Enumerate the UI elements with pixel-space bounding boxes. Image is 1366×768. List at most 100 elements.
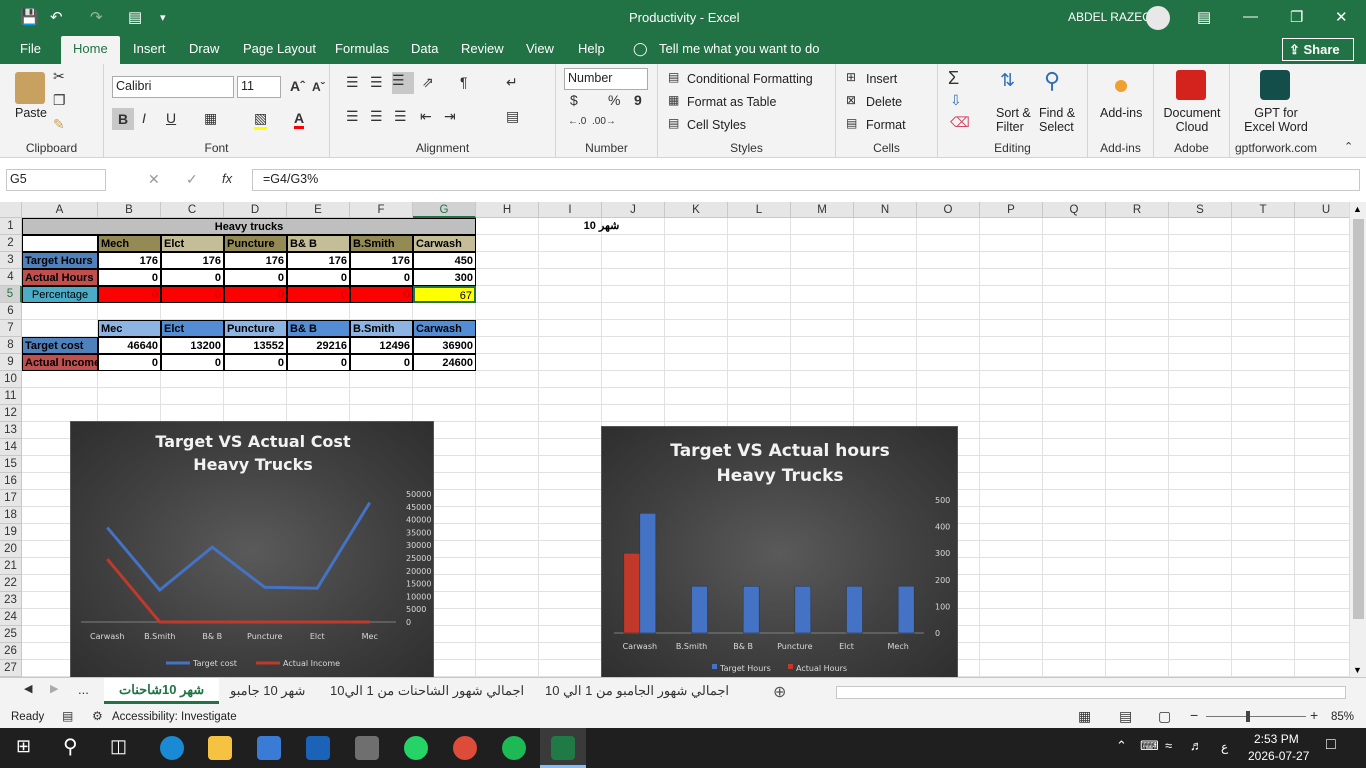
hours-header-carwash[interactable]: Carwash: [413, 235, 476, 252]
sheet-tab-trucks-10[interactable]: شهر 10شاحنات: [104, 678, 220, 704]
zoom-in-icon[interactable]: +: [1310, 707, 1318, 723]
month-label[interactable]: شهر 10: [539, 218, 664, 235]
scroll-thumb[interactable]: [1353, 219, 1364, 619]
row-header[interactable]: 10: [0, 371, 22, 388]
target-hours-bsmith[interactable]: 176: [350, 252, 413, 269]
tab-insert[interactable]: Insert: [133, 41, 166, 56]
tray-chevron-icon[interactable]: ⌃: [1116, 738, 1127, 754]
actual-income-bsmith[interactable]: 0: [350, 354, 413, 371]
hours-bar-chart[interactable]: Target VS Actual hours Heavy Trucks 500 4…: [601, 426, 958, 677]
format-painter-icon[interactable]: ✎: [53, 116, 65, 133]
zoom-slider-thumb[interactable]: [1246, 711, 1250, 722]
tab-formulas[interactable]: Formulas: [335, 41, 389, 56]
actual-income-bb[interactable]: 0: [287, 354, 350, 371]
target-hours-mech[interactable]: 176: [98, 252, 161, 269]
tab-view[interactable]: View: [526, 41, 554, 56]
currency-icon[interactable]: $: [570, 92, 578, 108]
hours-header-bsmith[interactable]: B.Smith: [350, 235, 413, 252]
row-header[interactable]: 4: [0, 269, 22, 286]
hours-header-bb[interactable]: B& B: [287, 235, 350, 252]
column-header[interactable]: Q: [1043, 202, 1106, 218]
form-icon[interactable]: ▤: [128, 8, 142, 26]
row-header[interactable]: 5: [0, 286, 22, 303]
actual-income-carwash[interactable]: 24600: [413, 354, 476, 371]
input-icon[interactable]: ⌨: [1140, 738, 1159, 754]
whatsapp-icon[interactable]: [404, 736, 428, 760]
cancel-formula-icon[interactable]: ✕: [148, 171, 160, 188]
font-name-box[interactable]: Calibri: [112, 76, 234, 98]
target-cost-elct[interactable]: 13200: [161, 337, 224, 354]
percentage-elct[interactable]: 0: [161, 286, 224, 303]
sheet-tab-jumbo-total[interactable]: اجمالي شهور الجامبو من 1 الي 10: [545, 683, 729, 699]
accessibility-status[interactable]: Accessibility: Investigate: [112, 711, 237, 723]
shrink-font-icon[interactable]: Aˇ: [312, 80, 325, 94]
row-header[interactable]: 25: [0, 626, 22, 643]
tab-file[interactable]: File: [20, 41, 41, 56]
actual-income-mec[interactable]: 0: [98, 354, 161, 371]
row-header[interactable]: 19: [0, 524, 22, 541]
autosum-icon[interactable]: Σ: [948, 68, 959, 89]
percentage-bsmith[interactable]: 0: [350, 286, 413, 303]
column-header[interactable]: R: [1106, 202, 1169, 218]
top-align-icon[interactable]: ☰: [346, 74, 359, 91]
tab-data[interactable]: Data: [411, 41, 438, 56]
hours-header-puncture[interactable]: Puncture: [224, 235, 287, 252]
fill-icon[interactable]: ⇩: [950, 92, 962, 109]
vertical-scrollbar[interactable]: ▲ ▼: [1349, 202, 1366, 677]
target-cost-carwash[interactable]: 36900: [413, 337, 476, 354]
wrap-text-icon[interactable]: ↵: [506, 74, 518, 91]
task-view-icon[interactable]: ◫: [110, 736, 127, 757]
actual-income-label[interactable]: Actual Income: [22, 354, 98, 371]
next-sheet-icon[interactable]: ▶: [50, 682, 58, 695]
chrome-icon[interactable]: [453, 736, 477, 760]
increase-decimal-icon[interactable]: ←.0: [568, 116, 586, 127]
column-header[interactable]: A: [22, 202, 98, 218]
column-header[interactable]: E: [287, 202, 350, 218]
target-cost-bb[interactable]: 29216: [287, 337, 350, 354]
row-header[interactable]: 21: [0, 558, 22, 575]
prev-sheet-icon[interactable]: ◀: [24, 682, 32, 695]
language-indicator[interactable]: ع: [1221, 740, 1228, 754]
zoom-out-icon[interactable]: −: [1190, 707, 1198, 723]
merge-center-icon[interactable]: ▤: [506, 108, 519, 125]
row-header[interactable]: 20: [0, 541, 22, 558]
center-icon[interactable]: ☰: [370, 108, 383, 125]
borders-icon[interactable]: ▦: [204, 110, 217, 127]
underline-icon[interactable]: U: [166, 110, 176, 126]
row-header[interactable]: 27: [0, 660, 22, 677]
cell-styles-button[interactable]: Cell Styles: [687, 118, 746, 132]
row-header[interactable]: 1: [0, 218, 22, 235]
row-header[interactable]: 17: [0, 490, 22, 507]
column-header[interactable]: N: [854, 202, 917, 218]
copy-icon[interactable]: ❐: [53, 92, 66, 109]
zoom-level[interactable]: 85%: [1331, 711, 1354, 723]
percent-icon[interactable]: %: [608, 92, 620, 108]
number-format-box[interactable]: Number: [564, 68, 648, 90]
column-header[interactable]: O: [917, 202, 980, 218]
target-hours-puncture[interactable]: 176: [224, 252, 287, 269]
normal-view-icon[interactable]: ▦: [1078, 708, 1091, 725]
delete-cells-button[interactable]: Delete: [866, 95, 902, 109]
clock-time[interactable]: 2:53 PM: [1254, 732, 1299, 746]
tab-page-layout[interactable]: Page Layout: [243, 41, 316, 56]
actual-hours-elct[interactable]: 0: [161, 269, 224, 286]
column-header[interactable]: U: [1295, 202, 1349, 218]
actual-hours-label[interactable]: Actual Hours: [22, 269, 98, 286]
middle-align-icon[interactable]: ☰: [370, 74, 383, 91]
horizontal-scrollbar[interactable]: [836, 686, 1346, 699]
column-header[interactable]: F: [350, 202, 413, 218]
rtl-icon[interactable]: ¶: [460, 74, 468, 90]
actual-hours-bsmith[interactable]: 0: [350, 269, 413, 286]
percentage-puncture[interactable]: 0: [224, 286, 287, 303]
cost-header-elct[interactable]: Elct: [161, 320, 224, 337]
actual-hours-mech[interactable]: 0: [98, 269, 161, 286]
user-name[interactable]: ABDEL RAZEQ: [1068, 10, 1152, 24]
store-icon[interactable]: [257, 736, 281, 760]
cost-header-puncture[interactable]: Puncture: [224, 320, 287, 337]
percentage-mech[interactable]: 0: [98, 286, 161, 303]
cut-icon[interactable]: ✂: [53, 68, 65, 85]
scroll-down-icon[interactable]: ▼: [1353, 665, 1362, 675]
undo-icon[interactable]: ↶: [50, 8, 63, 26]
column-header[interactable]: C: [161, 202, 224, 218]
cost-line-chart[interactable]: Target VS Actual Cost Heavy Trucks 50000…: [70, 421, 434, 677]
